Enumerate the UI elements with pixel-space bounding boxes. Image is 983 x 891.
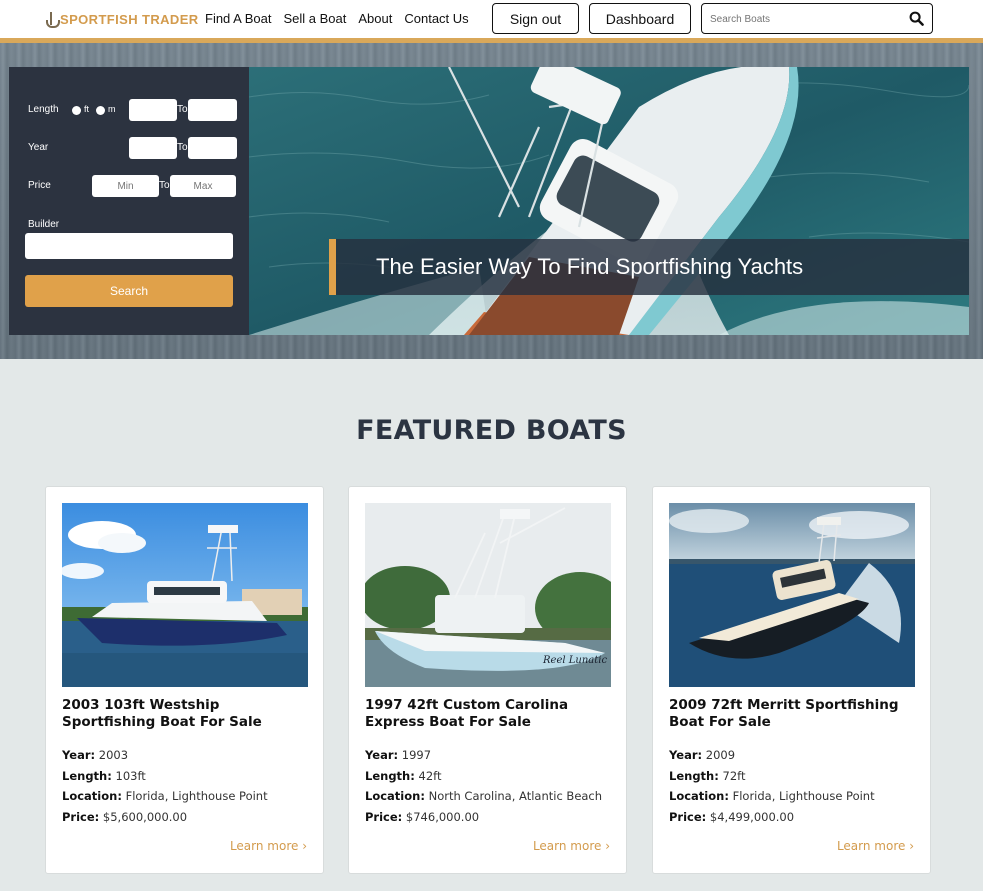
spec-location: Location: Florida, Lighthouse Point [669,789,875,803]
spec-length: Length: 72ft [669,768,746,783]
main-nav: Find A Boat Sell a Boat About Contact Us [205,11,469,26]
builder-input[interactable] [25,233,233,259]
search-button[interactable]: Search [25,275,233,307]
unit-ft-label: ft [84,104,90,114]
boat-specs: Year: 2003 Length: 103ft Location: Flori… [62,745,312,827]
spec-year: Year: 2009 [669,748,736,762]
spec-length: Length: 103ft [62,768,146,783]
hero-caption: The Easier Way To Find Sportfishing Yach… [329,239,969,295]
boat-title[interactable]: 2003 103ft Westship Sportfishing Boat Fo… [62,697,312,731]
builder-label: Builder [28,219,60,230]
length-max-input[interactable] [188,99,237,121]
site-header: SPORTFISH TRADER Find A Boat Sell a Boat… [0,0,983,40]
sign-out-button[interactable]: Sign out [492,3,579,34]
learn-more-link[interactable]: Learn more › [837,839,914,853]
price-min-input[interactable] [92,175,159,197]
year-to-label: To [177,142,188,153]
nav-contact-us[interactable]: Contact Us [404,11,468,26]
price-label: Price [28,180,51,191]
year-min-input[interactable] [129,137,177,159]
unit-m-label: m [108,104,116,114]
nav-about[interactable]: About [358,11,392,26]
nav-find-a-boat[interactable]: Find A Boat [205,11,272,26]
spec-location: Location: North Carolina, Atlantic Beach [365,789,603,803]
boat-card[interactable]: 2003 103ft Westship Sportfishing Boat Fo… [45,486,324,874]
boat-search-panel: Length ft m To Year To Price To Builder … [9,67,249,335]
site-logo[interactable]: SPORTFISH TRADER [46,11,199,28]
svg-text:Reel Lunatic: Reel Lunatic [542,655,607,666]
year-label: Year [28,142,49,153]
boat-card[interactable]: 2009 72ft Merritt Sportfishing Boat For … [652,486,931,874]
spec-price: Price: $4,499,000.00 [669,809,795,824]
length-min-input[interactable] [129,99,177,121]
boat-card[interactable]: Reel Lunatic 1997 42ft Custom Carolina E… [348,486,627,874]
spec-location: Location: Florida, Lighthouse Point [62,789,268,803]
length-label: Length [28,104,59,115]
spec-price: Price: $746,000.00 [365,809,480,824]
logo-text: SPORTFISH TRADER [60,11,199,27]
spec-year: Year: 2003 [62,748,129,762]
spec-year: Year: 1997 [365,748,432,762]
price-to-label: To [159,180,170,191]
year-max-input[interactable] [188,137,237,159]
learn-more-link[interactable]: Learn more › [533,839,610,853]
unit-ft-radio[interactable] [72,106,81,115]
boat-title[interactable]: 1997 42ft Custom Carolina Express Boat F… [365,697,615,731]
learn-more-link[interactable]: Learn more › [230,839,307,853]
anchor-icon [46,11,60,28]
spec-length: Length: 42ft [365,768,442,783]
featured-boats-heading: FEATURED BOATS [356,415,627,446]
nav-sell-a-boat[interactable]: Sell a Boat [284,11,347,26]
length-to-label: To [177,104,188,115]
boat-photo[interactable] [62,503,308,687]
search-icon[interactable] [909,11,924,26]
price-max-input[interactable] [170,175,236,197]
header-search [701,3,933,34]
boat-photo[interactable]: Reel Lunatic [365,503,611,687]
dashboard-button[interactable]: Dashboard [589,3,691,34]
boat-title[interactable]: 2009 72ft Merritt Sportfishing Boat For … [669,697,919,731]
search-input[interactable] [710,10,900,28]
boat-specs: Year: 2009 Length: 72ft Location: Florid… [669,745,919,827]
unit-m-radio[interactable] [96,106,105,115]
spec-price: Price: $5,600,000.00 [62,809,188,824]
boat-specs: Year: 1997 Length: 42ft Location: North … [365,745,615,827]
boat-photo[interactable] [669,503,915,687]
